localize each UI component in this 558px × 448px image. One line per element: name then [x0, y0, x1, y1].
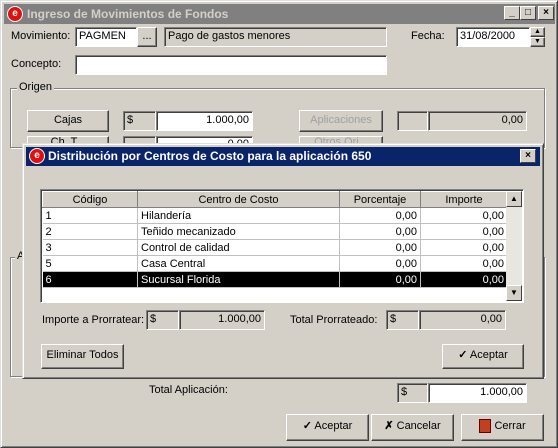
cell-codigo[interactable]: 2 [42, 223, 138, 240]
cell-importe[interactable]: 0,00 [420, 239, 508, 256]
table-row[interactable]: 3 Control de calidad 0,00 0,00 [42, 239, 508, 256]
importe-prorratear-value: 1.000,00 [179, 310, 265, 330]
main-cancelar-label: Cancelar [396, 420, 441, 432]
x-mark-icon: ✗ [384, 420, 394, 432]
cajas-button[interactable]: Cajas [27, 110, 109, 132]
concepto-label: Concepto: [11, 58, 62, 70]
cell-importe[interactable]: 0,00 [420, 271, 508, 288]
column-header-importe[interactable]: Importe [420, 191, 508, 208]
concepto-input[interactable] [75, 55, 387, 75]
importe-prorratear-label: Importe a Prorratear: [42, 314, 145, 326]
centros-costo-grid[interactable]: Código Centro de Costo Porcentaje Import… [40, 189, 524, 303]
distribucion-dialog: e Distribución por Centros de Costo para… [22, 143, 544, 379]
movimiento-browse-button[interactable]: ... [137, 27, 157, 47]
total-prorrateado-value: 0,00 [419, 310, 506, 330]
scroll-up-icon[interactable]: ▲ [506, 191, 522, 207]
origen-group-label: Origen [17, 81, 55, 93]
close-icon[interactable]: × [538, 6, 554, 20]
cell-porcentaje[interactable]: 0,00 [339, 271, 421, 288]
main-title-bar[interactable]: e Ingreso de Movimientos de Fondos _ □ × [4, 4, 555, 24]
movimiento-label: Movimiento: [11, 30, 71, 42]
dialog-title-bar[interactable]: e Distribución por Centros de Costo para… [26, 147, 540, 166]
movimiento-code-input[interactable]: PAGMEN [75, 27, 137, 47]
table-row[interactable]: 2 Teñido mecanizado 0,00 0,00 [42, 223, 508, 240]
main-window-title: Ingreso de Movimientos de Fondos [27, 7, 229, 21]
cell-centro[interactable]: Hilandería [137, 207, 340, 224]
table-row[interactable]: 1 Hilandería 0,00 0,00 [42, 207, 508, 224]
fecha-spin-up-icon[interactable]: ▲ [530, 27, 545, 37]
importe-prorratear-currency: $ [146, 310, 179, 330]
cell-porcentaje[interactable]: 0,00 [339, 255, 421, 272]
total-aplicacion-amount: 1.000,00 [428, 383, 527, 403]
dialog-aceptar-button[interactable]: ✓ Aceptar [442, 344, 524, 369]
exit-door-icon [479, 419, 492, 434]
dialog-logo-icon: e [29, 148, 45, 164]
cajas-currency: $ [123, 111, 156, 131]
cell-codigo[interactable]: 1 [42, 207, 138, 224]
cell-porcentaje[interactable]: 0,00 [339, 223, 421, 240]
total-prorrateado-currency: $ [386, 310, 419, 330]
main-aceptar-button[interactable]: ✓ Aceptar [286, 414, 369, 441]
scroll-down-icon[interactable]: ▼ [506, 285, 522, 301]
cell-centro[interactable]: Teñido mecanizado [137, 223, 340, 240]
main-cerrar-button[interactable]: Cerrar [461, 414, 544, 441]
fecha-label: Fecha: [411, 30, 445, 42]
cajas-button-label: Cajas [53, 114, 83, 126]
cell-codigo[interactable]: 3 [42, 239, 138, 256]
maximize-icon[interactable]: □ [520, 6, 536, 20]
main-cerrar-label: Cerrar [494, 420, 526, 432]
total-aplicacion-label: Total Aplicación: [149, 384, 228, 396]
cell-porcentaje[interactable]: 0,00 [339, 239, 421, 256]
aplicaciones-button[interactable]: Aplicaciones [299, 110, 383, 132]
fecha-spin-down-icon[interactable]: ▼ [530, 37, 545, 47]
dialog-title: Distribución por Centros de Costo para l… [48, 149, 372, 163]
cell-importe[interactable]: 0,00 [420, 207, 508, 224]
cell-centro[interactable]: Control de calidad [137, 239, 340, 256]
movimiento-description: Pago de gastos menores [164, 27, 387, 47]
cell-centro[interactable]: Casa Central [137, 255, 340, 272]
dialog-close-icon[interactable]: × [520, 149, 536, 163]
minimize-icon[interactable]: _ [504, 6, 520, 20]
aplicaciones-currency [397, 111, 428, 131]
fecha-input[interactable]: 31/08/2000 [456, 27, 530, 47]
table-row-selected[interactable]: 6 Sucursal Florida 0,00 0,00 [42, 271, 508, 288]
checkmark-icon: ✓ [302, 420, 312, 432]
cell-centro[interactable]: Sucursal Florida [137, 271, 340, 288]
eliminar-todos-button[interactable]: Eliminar Todos [41, 344, 124, 369]
dialog-aceptar-label: Aceptar [469, 349, 508, 361]
main-cancelar-button[interactable]: ✗ Cancelar [371, 414, 454, 441]
app-logo-icon: e [7, 6, 23, 22]
table-row[interactable]: 5 Casa Central 0,00 0,00 [42, 255, 508, 272]
total-prorrateado-label: Total Prorrateado: [290, 314, 378, 326]
aplicaciones-amount: 0,00 [428, 111, 527, 131]
cell-importe[interactable]: 0,00 [420, 223, 508, 240]
cell-importe[interactable]: 0,00 [420, 255, 508, 272]
cell-porcentaje[interactable]: 0,00 [339, 207, 421, 224]
checkmark-icon: ✓ [458, 349, 468, 361]
cajas-amount-input[interactable]: 1.000,00 [156, 111, 253, 131]
column-header-codigo[interactable]: Código [42, 191, 138, 208]
main-aceptar-label: Aceptar [314, 420, 353, 432]
total-aplicacion-currency: $ [397, 383, 428, 403]
column-header-centro[interactable]: Centro de Costo [137, 191, 340, 208]
cell-codigo[interactable]: 6 [42, 271, 138, 288]
cell-codigo[interactable]: 5 [42, 255, 138, 272]
column-header-porcentaje[interactable]: Porcentaje [339, 191, 421, 208]
grid-vertical-scrollbar[interactable]: ▲ ▼ [506, 191, 522, 301]
